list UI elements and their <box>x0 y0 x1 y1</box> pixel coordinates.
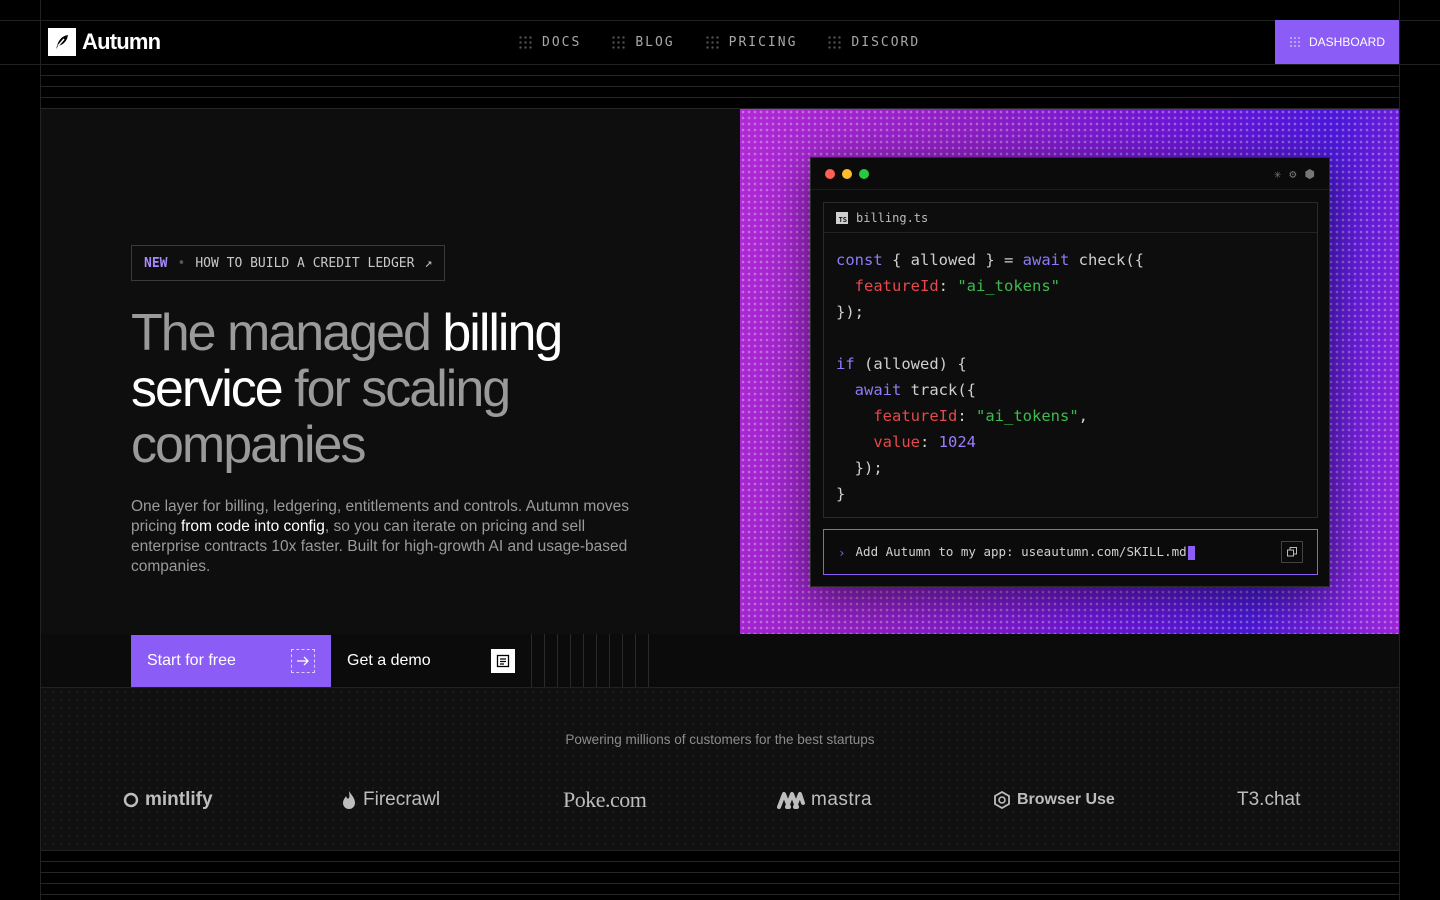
nav-link-docs[interactable]: DOCS <box>518 34 581 50</box>
arrow-up-right-icon: ↗ <box>424 255 433 271</box>
logo-mintlify: mintlify <box>123 786 213 814</box>
window-icons: ✳ ⚙ ⬢ <box>1274 167 1315 181</box>
browser-use-icon <box>994 791 1010 809</box>
hero-section: NEW • HOW TO BUILD A CREDIT LEDGER ↗ The… <box>41 109 1399 634</box>
prompt-input[interactable]: › Add Autumn to my app: useautumn.com/SK… <box>823 529 1318 575</box>
logo-poke: Poke.com <box>563 787 647 812</box>
frame-line-nav-bottom <box>0 64 1440 65</box>
logo-mastra: mastra <box>777 786 872 814</box>
code-editor: TS billing.ts const { allowed } = await … <box>823 202 1318 518</box>
window-titlebar: ✳ ⚙ ⬢ <box>811 158 1329 190</box>
cta-row: Start for free Get a demo <box>41 634 1399 687</box>
copy-icon <box>1287 547 1297 557</box>
dots-icon <box>611 34 627 50</box>
logo-browser-use: Browser Use <box>993 786 1115 814</box>
frame-line-right <box>1399 0 1400 900</box>
hero-headline: The managed billing service for scaling c… <box>131 304 563 474</box>
dots-icon <box>1288 36 1301 48</box>
nav-link-pricing[interactable]: PRICING <box>704 34 798 50</box>
mintlify-icon <box>123 792 139 808</box>
logo-t3chat: T3.chat <box>1237 789 1301 810</box>
divider <box>40 883 1399 884</box>
dots-icon <box>518 34 533 50</box>
claude-icon[interactable]: ✳ <box>1274 167 1281 181</box>
mastra-icon <box>777 792 805 809</box>
close-dot-icon[interactable] <box>825 168 835 179</box>
prompt-text: Add Autumn to my app: useautumn.com/SKIL… <box>856 544 1195 560</box>
divider <box>40 894 1399 895</box>
divider <box>40 850 1399 851</box>
file-tab[interactable]: TS billing.ts <box>824 203 1317 233</box>
dashboard-button[interactable]: DASHBOARD <box>1275 20 1399 64</box>
code-window: ✳ ⚙ ⬢ TS billing.ts const { allowed } = … <box>810 157 1330 587</box>
flame-icon <box>343 791 355 809</box>
start-free-button[interactable]: Start for free <box>131 635 331 687</box>
nav-links: DOCS BLOG PRICING DISCORD <box>518 20 920 64</box>
nav-link-blog[interactable]: BLOG <box>611 34 674 50</box>
hero-description: One layer for billing, ledgering, entitl… <box>131 498 629 575</box>
announcement-badge[interactable]: NEW • HOW TO BUILD A CREDIT LEDGER ↗ <box>131 245 446 281</box>
badge-text: HOW TO BUILD A CREDIT LEDGER <box>195 255 415 271</box>
maximize-dot-icon[interactable] <box>859 168 869 179</box>
brand-logo[interactable]: Autumn <box>48 28 161 56</box>
code-showcase-panel: ✳ ⚙ ⬢ TS billing.ts const { allowed } = … <box>740 109 1399 634</box>
calendar-icon <box>491 649 515 673</box>
logo-firecrawl: Firecrawl <box>341 786 440 814</box>
typescript-file-icon: TS <box>836 211 848 224</box>
copy-button[interactable] <box>1281 541 1303 563</box>
badge-separator: • <box>177 255 186 271</box>
divider <box>40 75 1399 76</box>
minimize-dot-icon[interactable] <box>842 168 852 179</box>
openai-icon[interactable]: ⚙ <box>1289 167 1296 181</box>
customer-logos-section: Powering millions of customers for the b… <box>41 688 1399 850</box>
dots-icon <box>704 34 720 50</box>
logos-title: Powering millions of customers for the b… <box>565 732 875 747</box>
decorative-ticks <box>531 634 661 687</box>
code-block: const { allowed } = await check({ featur… <box>836 251 1144 503</box>
cube-icon[interactable]: ⬢ <box>1305 167 1315 181</box>
text-caret <box>1187 545 1195 560</box>
brand-name: Autumn <box>82 29 161 54</box>
dots-icon <box>827 34 843 50</box>
arrow-right-icon <box>291 649 315 673</box>
divider <box>40 872 1399 873</box>
divider <box>40 86 1399 87</box>
divider <box>40 861 1399 862</box>
chevron-right-icon: › <box>838 544 846 560</box>
get-demo-button[interactable]: Get a demo <box>331 635 531 687</box>
leaf-logo-icon <box>48 28 76 56</box>
badge-tag: NEW <box>144 255 168 271</box>
top-nav: Autumn DOCS BLOG PRICING DISCORD DASHBOA… <box>40 20 1399 64</box>
file-name: billing.ts <box>856 210 929 225</box>
nav-link-discord[interactable]: DISCORD <box>827 34 920 50</box>
divider <box>40 97 1399 98</box>
